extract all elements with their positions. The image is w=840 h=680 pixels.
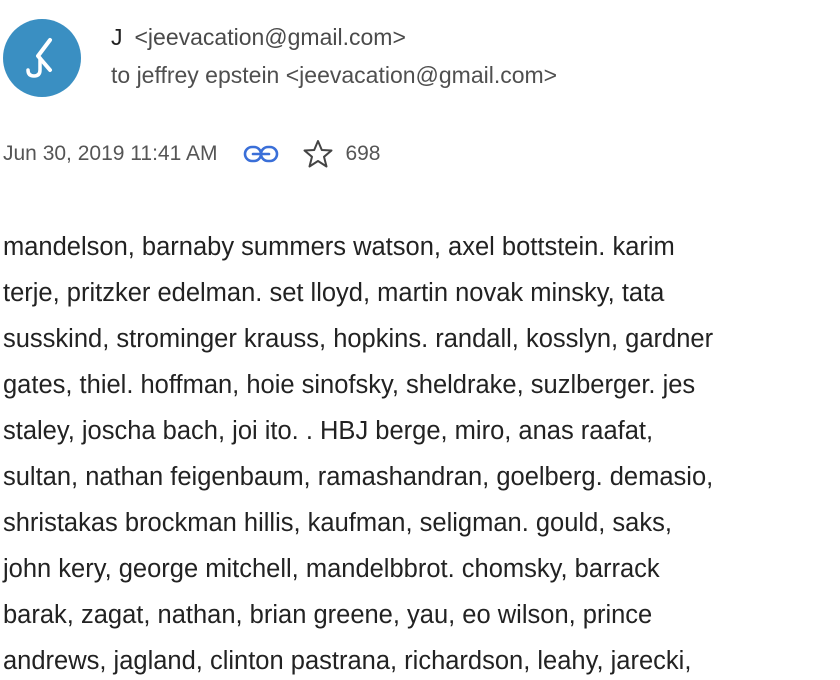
sender-line: J <jeevacation@gmail.com> bbox=[111, 24, 406, 51]
sender-email: <jeevacation@gmail.com> bbox=[134, 24, 406, 50]
message-body: mandelson, barnaby summers watson, axel … bbox=[3, 224, 837, 680]
avatar-logo-icon bbox=[26, 38, 52, 78]
body-line: shristakas brockman hillis, kaufman, sel… bbox=[3, 509, 672, 537]
body-line: terje, pritzker edelman. set lloyd, mart… bbox=[3, 279, 665, 307]
message-date: Jun 30, 2019 11:41 AM bbox=[3, 142, 218, 165]
link-icon[interactable] bbox=[243, 142, 279, 166]
sender-name[interactable]: J bbox=[111, 24, 123, 50]
message-meta: Jun 30, 2019 11:41 AM 698 bbox=[3, 139, 381, 169]
body-line: andrews, jagland, clinton pastrana, rich… bbox=[3, 647, 692, 675]
body-line: barak, zagat, nathan, brian greene, yau,… bbox=[3, 601, 653, 629]
recipient-line[interactable]: to jeffrey epstein <jeevacation@gmail.co… bbox=[111, 62, 557, 89]
body-line: sultan, nathan feigenbaum, ramashandran,… bbox=[3, 463, 714, 491]
body-line: staley, joscha bach, joi ito. . HBJ berg… bbox=[3, 417, 654, 445]
body-line: mandelson, barnaby summers watson, axel … bbox=[3, 233, 675, 261]
sender-avatar[interactable] bbox=[3, 19, 81, 97]
body-line: susskind, strominger krauss, hopkins. ra… bbox=[3, 325, 714, 353]
view-count: 698 bbox=[345, 142, 381, 165]
body-line: gates, thiel. hoffman, hoie sinofsky, sh… bbox=[3, 371, 696, 399]
body-line: john kery, george mitchell, mandelbbrot.… bbox=[3, 555, 660, 583]
star-icon[interactable] bbox=[303, 139, 333, 169]
